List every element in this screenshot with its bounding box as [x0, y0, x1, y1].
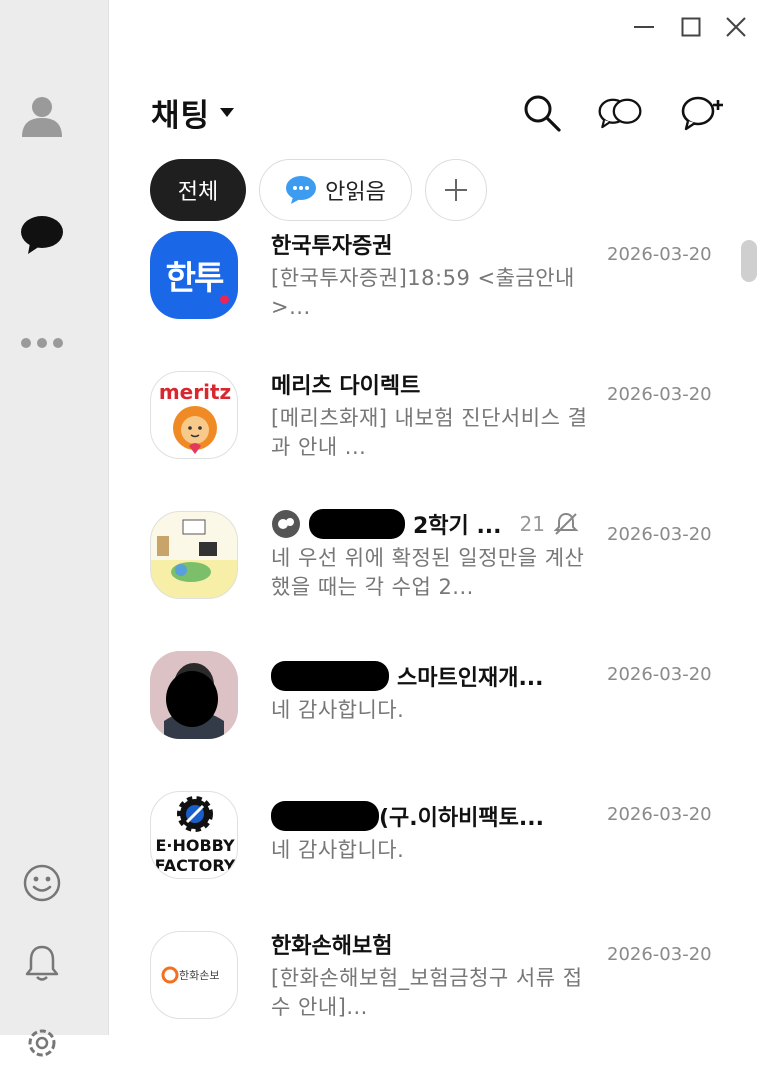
chat-name: 메리츠 다이렉트 — [271, 374, 421, 399]
chat-bubble-icon[interactable] — [0, 210, 84, 260]
mascot-icon — [173, 406, 217, 454]
chat-date: 2026-03-20 — [607, 664, 712, 685]
redacted-name — [271, 801, 379, 831]
chat-name: 스마트인재개... — [271, 660, 544, 692]
chat-list-item[interactable]: 스마트인재개... 네 감사합니다. 2026-03-20 — [109, 640, 749, 780]
chat-preview: [한화손해보험_보험금청구 서류 접수 안내]... — [271, 966, 583, 1019]
maximize-icon[interactable] — [674, 10, 708, 44]
chat-preview: 네 감사합니다. — [271, 838, 405, 862]
add-filter-button[interactable] — [425, 159, 487, 221]
settings-icon[interactable] — [0, 1018, 84, 1068]
page-title[interactable]: 채팅 — [151, 90, 235, 135]
chat-date: 2026-03-20 — [607, 804, 712, 825]
more-dots-icon[interactable] — [0, 318, 84, 368]
avatar: 한화손보 — [150, 931, 238, 1019]
filter-all-label: 전체 — [177, 180, 219, 205]
redacted-name — [309, 509, 405, 539]
search-icon[interactable] — [519, 90, 565, 136]
avatar — [150, 511, 238, 599]
chat-name-suffix: 2학기 ... — [413, 514, 502, 539]
avatar-logo-text: 한화손보 — [179, 969, 220, 982]
person-icon[interactable] — [0, 90, 84, 140]
scrollbar-thumb[interactable] — [741, 240, 757, 282]
chevron-down-icon — [220, 107, 235, 117]
chat-preview: [메리츠화재] 내보험 진단서비스 결과 안내 ... — [271, 406, 588, 459]
chat-list-item[interactable]: meritz 메리츠 다이렉트 [메리츠화재] 내보험 진단서비스 결과 안내 … — [109, 360, 749, 500]
chat-preview: 네 감사합니다. — [271, 698, 405, 722]
chat-list-item[interactable]: 한화손보 한화손해보험 [한화손해보험_보험금청구 서류 접수 안내]... 2… — [109, 920, 749, 1035]
chat-name-suffix: 스마트인재개... — [397, 666, 544, 691]
avatar-logo-text: 한투 — [165, 258, 225, 297]
chat-list: 한투 한국투자증권 [한국투자증권]18:59 <출금안내>... 2026-0… — [109, 220, 749, 1035]
close-icon[interactable] — [719, 10, 753, 44]
avatar — [150, 651, 238, 739]
chat-name-suffix: (구.이하비팩토... — [379, 806, 544, 831]
chat-panel: 채팅 전체 안읽음 한투 한국투자증권 [한국투자증권]18:59 <출금안내>… — [108, 0, 765, 1035]
mute-icon — [553, 512, 579, 535]
new-chat-icon[interactable] — [679, 90, 725, 136]
speech-bubble-icon — [286, 176, 317, 204]
room-illustration-icon — [151, 512, 237, 582]
hanwha-logo-icon — [161, 966, 179, 984]
chat-preview: [한국투자증권]18:59 <출금안내>... — [271, 266, 575, 319]
emoji-icon[interactable] — [0, 858, 84, 908]
redacted-name — [271, 661, 389, 691]
avatar-logo-text: meritz — [158, 380, 232, 404]
chat-list-item[interactable]: E·HOBBY FACTORY (구.이하비팩토... 네 감사합니다. 202… — [109, 780, 749, 920]
avatar: meritz — [150, 371, 238, 459]
chat-name: 한화손해보험 — [271, 934, 393, 959]
chat-list-item[interactable]: 2학기 ... 21 네 우선 위에 확정된 일정만을 계산했을 때는 각 수업… — [109, 500, 749, 640]
filter-unread-tab[interactable]: 안읽음 — [259, 159, 412, 221]
chat-name: 한국투자증권 — [271, 234, 393, 259]
profile-photo-icon — [150, 651, 238, 739]
chat-date: 2026-03-20 — [607, 384, 712, 405]
avatar: E·HOBBY FACTORY — [150, 791, 238, 879]
chat-preview: 네 우선 위에 확정된 일정만을 계산했을 때는 각 수업 2... — [271, 546, 585, 599]
group-chat-icon — [272, 510, 300, 538]
dot-icon — [220, 295, 229, 304]
avatar-logo-text-top: E·HOBBY — [155, 836, 235, 855]
chat-date: 2026-03-20 — [607, 524, 712, 545]
sidebar — [0, 0, 108, 1057]
avatar: 한투 — [150, 231, 238, 319]
plus-icon — [445, 179, 467, 201]
filter-unread-label: 안읽음 — [325, 180, 386, 205]
chat-name: (구.이하비팩토... — [271, 800, 544, 832]
open-chat-icon[interactable] — [597, 90, 643, 136]
filter-all-tab[interactable]: 전체 — [150, 159, 246, 221]
avatar-logo-text-bottom: FACTORY — [154, 856, 236, 875]
minimize-icon[interactable] — [627, 10, 661, 44]
chat-date: 2026-03-20 — [607, 944, 712, 965]
chat-list-item[interactable]: 한투 한국투자증권 [한국투자증권]18:59 <출금안내>... 2026-0… — [109, 220, 749, 360]
bell-icon[interactable] — [0, 938, 84, 988]
member-count: 21 — [519, 512, 545, 536]
gear-logo-icon — [177, 796, 213, 832]
title-label: 채팅 — [151, 98, 211, 134]
chat-name: 2학기 ... 21 — [271, 508, 579, 540]
chat-date: 2026-03-20 — [607, 244, 712, 265]
